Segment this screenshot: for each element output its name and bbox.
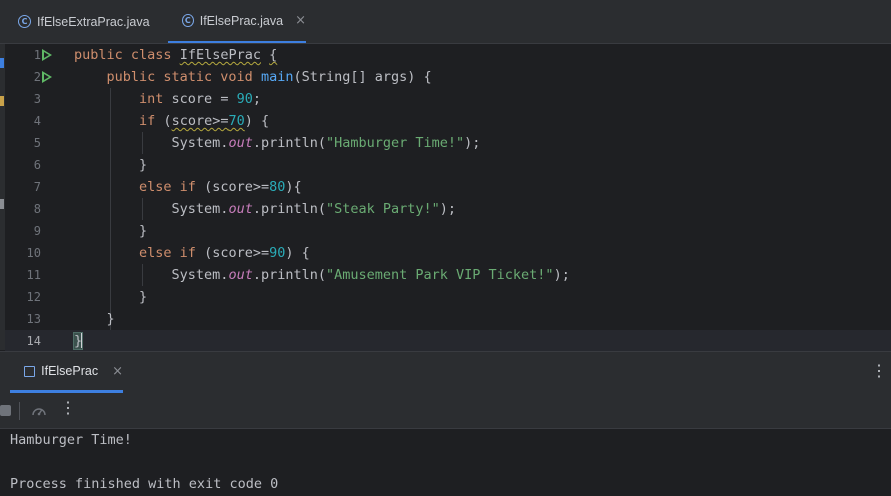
tab-label: IfElsePrac.java	[199, 13, 284, 28]
line-number: 12	[26, 290, 41, 304]
code-line: 9 }	[5, 220, 891, 242]
line-number: 5	[33, 136, 41, 150]
editor-tab-bar: C IfElseExtraPrac.java C IfElsePrac.java…	[0, 0, 891, 44]
run-toolbar: ⋮	[0, 393, 891, 429]
code-line: 13 }	[5, 308, 891, 330]
run-icon[interactable]	[42, 49, 52, 61]
code-line: 5 System.out.println("Hamburger Time!");	[5, 132, 891, 154]
text-caret	[81, 332, 84, 348]
code-editor[interactable]: 1 public class IfElsePrac { 2 public sta…	[5, 44, 891, 352]
profiler-gauge-icon[interactable]	[31, 403, 47, 419]
console-line: Process finished with exit code 0	[10, 476, 279, 492]
tab-run-ifelseprac[interactable]: IfElsePrac ×	[10, 352, 123, 393]
code-line: 12 }	[5, 286, 891, 308]
line-number: 13	[26, 312, 41, 326]
code-line: 2 public static void main(String[] args)…	[5, 66, 891, 88]
code-line: 8 System.out.println("Steak Party!");	[5, 198, 891, 220]
line-number: 8	[33, 202, 41, 216]
line-number: 1	[33, 48, 41, 62]
close-icon[interactable]: ×	[295, 13, 306, 28]
tab-ifelseprac[interactable]: C IfElsePrac.java ×	[168, 0, 306, 43]
code-text: else if (score>=80){	[139, 179, 302, 195]
code-line: 7 else if (score>=80){	[5, 176, 891, 198]
code-text: System.out.println("Steak Party!");	[74, 201, 457, 217]
code-text: }	[74, 289, 148, 305]
code-text: }	[74, 311, 115, 327]
run-icon[interactable]	[42, 71, 52, 83]
line-number: 6	[33, 158, 41, 172]
console-line: Hamburger Time!	[10, 432, 132, 448]
run-tab-label: IfElsePrac	[41, 364, 99, 378]
toolbar-separator	[19, 402, 20, 420]
strip-marker	[0, 96, 4, 106]
tab-ifelseextraprac[interactable]: C IfElseExtraPrac.java	[18, 0, 150, 43]
code-text: }	[74, 157, 148, 173]
code-line: 3 int score = 90;	[5, 88, 891, 110]
code-line: 1 public class IfElsePrac {	[5, 44, 891, 66]
code-text: }	[74, 223, 148, 239]
close-icon[interactable]: ×	[112, 364, 123, 379]
code-text: else if (score>=90) {	[139, 245, 310, 261]
line-number: 11	[26, 268, 41, 282]
code-text: public static void main(String[] args) {	[106, 69, 432, 85]
code-line: 11 System.out.println("Amusement Park VI…	[5, 264, 891, 286]
line-number: 7	[33, 180, 41, 194]
line-number: 9	[33, 224, 41, 238]
tab-label: IfElseExtraPrac.java	[37, 14, 150, 29]
line-number: 2	[33, 70, 41, 84]
code-text: int score = 90;	[139, 91, 261, 107]
more-options-icon[interactable]: ⋮	[871, 364, 887, 380]
line-number: 4	[33, 114, 41, 128]
class-icon: C	[18, 15, 31, 28]
code-text: if (score>=70) {	[139, 113, 270, 129]
application-icon	[24, 365, 36, 377]
code-line: 10 else if (score>=90) {	[5, 242, 891, 264]
code-text: System.out.println("Hamburger Time!");	[74, 135, 481, 151]
code-text: }	[72, 332, 84, 350]
class-icon: C	[182, 14, 194, 27]
code-text: public class IfElsePrac {	[74, 47, 278, 63]
line-number: 3	[33, 92, 41, 106]
strip-marker	[0, 199, 4, 209]
code-line: 4 if (score>=70) {	[5, 110, 891, 132]
line-number: 14	[26, 334, 41, 348]
code-line: 6 }	[5, 154, 891, 176]
stop-icon[interactable]	[0, 405, 11, 416]
line-number: 10	[26, 246, 41, 260]
more-options-icon[interactable]: ⋮	[60, 401, 76, 417]
strip-marker	[0, 58, 4, 68]
console-output[interactable]: Hamburger Time! Process finished with ex…	[0, 429, 891, 496]
code-text: System.out.println("Amusement Park VIP T…	[74, 267, 570, 283]
run-panel-header: IfElsePrac × ⋮	[0, 351, 891, 393]
code-line-current: 14 }	[5, 330, 891, 352]
